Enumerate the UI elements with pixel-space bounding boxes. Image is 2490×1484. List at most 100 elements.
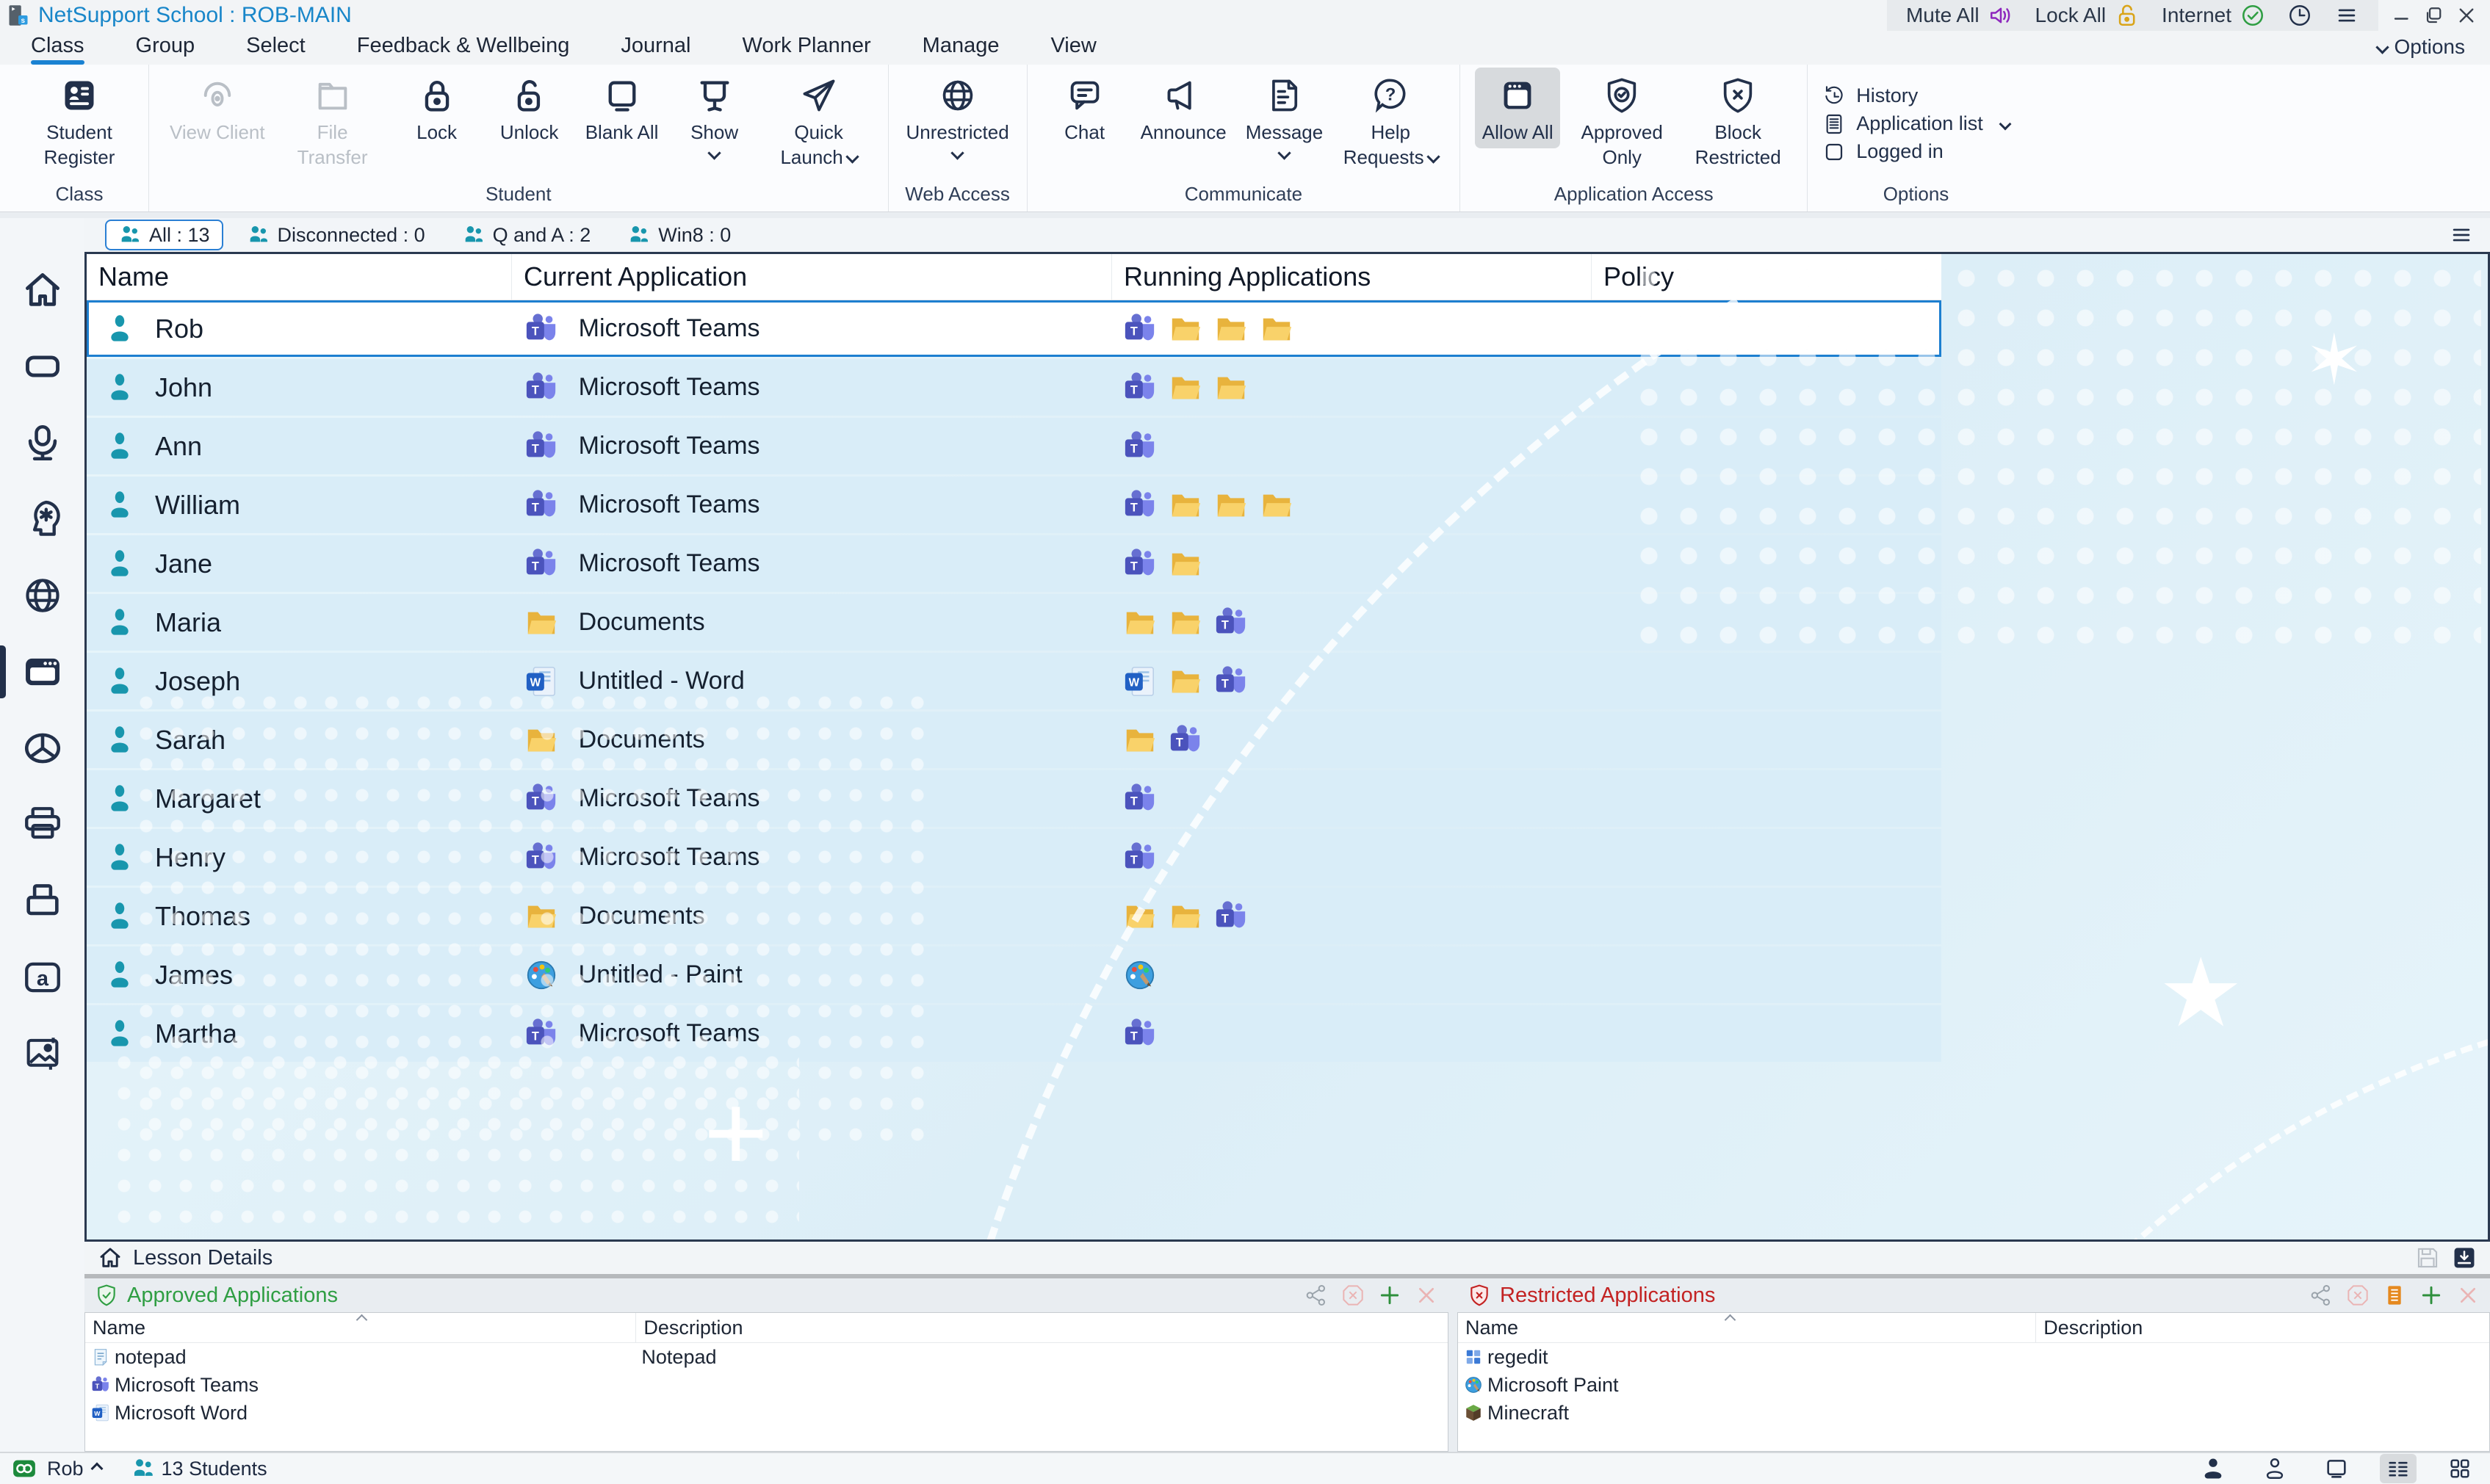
- ribbon-tab-feedback-wellbeing[interactable]: Feedback & Wellbeing: [353, 34, 574, 65]
- student-row-jane[interactable]: JaneTMicrosoft TeamsT: [87, 535, 1941, 592]
- sidebar-item-printer[interactable]: [0, 786, 84, 863]
- regedit-icon: [1464, 1347, 1483, 1367]
- lock-all-toggle[interactable]: Lock All: [2035, 3, 2140, 28]
- sidebar-item-head-wellbeing[interactable]: [0, 481, 84, 557]
- sidebar-item-letter-a[interactable]: a: [0, 939, 84, 1016]
- view-person-outline-button[interactable]: [2256, 1454, 2293, 1483]
- column-header-running-applications[interactable]: Running Applications: [1111, 254, 1591, 300]
- student-row-margaret[interactable]: MargaretTMicrosoft TeamsT: [87, 770, 1941, 827]
- sidebar-item-microphone[interactable]: [0, 405, 84, 481]
- ribbon-button-message[interactable]: Message: [1240, 68, 1329, 161]
- sidebar-item-pie[interactable]: [0, 710, 84, 786]
- student-row-maria[interactable]: MariaDocumentsT: [87, 594, 1941, 651]
- ribbon-button-unlock[interactable]: Unlock: [487, 68, 572, 148]
- view-monitor-view-button[interactable]: [2318, 1454, 2355, 1483]
- app-row-minecraft[interactable]: Minecraft: [1458, 1399, 2489, 1427]
- tutor-selector[interactable]: Rob: [47, 1458, 101, 1480]
- share-button[interactable]: [2309, 1284, 2333, 1307]
- ribbon-button-label: Show: [690, 120, 738, 145]
- hamburger-button[interactable]: [2334, 3, 2359, 28]
- column-header-description[interactable]: Description: [635, 1313, 1448, 1342]
- share-button[interactable]: [1304, 1284, 1328, 1307]
- ribbon-tab-journal[interactable]: Journal: [616, 34, 695, 65]
- sidebar-item-app-window[interactable]: [0, 634, 84, 710]
- ribbon-option-application-list[interactable]: Application list: [1822, 112, 2010, 136]
- group-tab-all-13[interactable]: All : 13: [105, 220, 223, 250]
- close-x-button[interactable]: [2456, 1284, 2480, 1307]
- window-maximize-button[interactable]: [2421, 2, 2447, 29]
- app-row-microsoft-paint[interactable]: Microsoft Paint: [1458, 1371, 2489, 1399]
- sidebar-item-screen[interactable]: [0, 328, 84, 405]
- student-row-joseph[interactable]: JosephWUntitled - WordWT: [87, 653, 1941, 709]
- sidebar-item-image[interactable]: [0, 1016, 84, 1092]
- view-person-filled-button[interactable]: [2195, 1454, 2231, 1483]
- clock-button[interactable]: [2287, 3, 2312, 28]
- student-row-sarah[interactable]: SarahDocumentsT: [87, 712, 1941, 768]
- view-grid-view-button[interactable]: [2442, 1454, 2478, 1483]
- student-row-martha[interactable]: MarthaTMicrosoft TeamsT: [87, 1005, 1941, 1062]
- ribbon-button-allow-all[interactable]: Allow All: [1475, 68, 1560, 148]
- group-tab-disconnected-0[interactable]: Disconnected : 0: [234, 220, 439, 250]
- svg-text:T: T: [1221, 912, 1229, 925]
- group-tab-win8-0[interactable]: Win8 : 0: [614, 220, 744, 250]
- plus-button[interactable]: [2419, 1284, 2443, 1307]
- ribbon-button-approved-only[interactable]: Approved Only: [1567, 68, 1676, 173]
- column-header-name[interactable]: Name: [87, 254, 511, 300]
- column-header-policy[interactable]: Policy: [1591, 254, 1941, 300]
- student-row-john[interactable]: JohnTMicrosoft TeamsT: [87, 359, 1941, 416]
- ribbon-button-unrestricted[interactable]: Unrestricted: [903, 68, 1012, 161]
- sidebar-item-globe-web[interactable]: [0, 557, 84, 634]
- app-row-regedit[interactable]: regedit: [1458, 1343, 2489, 1371]
- block-button[interactable]: [2346, 1284, 2370, 1307]
- ribbon-option-history[interactable]: History: [1822, 84, 2010, 108]
- column-header-description[interactable]: Description: [2035, 1313, 2489, 1342]
- app-row-notepad[interactable]: notepadNotepad: [85, 1343, 1448, 1371]
- ribbon-button-view-client[interactable]: View Client: [164, 68, 271, 148]
- student-row-william[interactable]: WilliamTMicrosoft TeamsT: [87, 477, 1941, 533]
- ribbon-button-help-requests[interactable]: ?Help Requests: [1336, 68, 1445, 173]
- ribbon-options-toggle[interactable]: Options: [2378, 35, 2466, 65]
- window-minimize-button[interactable]: [2389, 2, 2415, 29]
- plus-button[interactable]: [1378, 1284, 1401, 1307]
- ribbon-tab-work-planner[interactable]: Work Planner: [738, 34, 876, 65]
- ribbon-option-logged-in[interactable]: Logged in: [1822, 140, 2010, 164]
- list-menu-button[interactable]: [2449, 222, 2474, 247]
- ribbon-button-student-register[interactable]: Student Register: [25, 68, 134, 173]
- block-button[interactable]: [1341, 1284, 1365, 1307]
- ribbon-button-lock[interactable]: Lock: [394, 68, 480, 148]
- view-list-view-button[interactable]: [2380, 1454, 2417, 1483]
- student-row-james[interactable]: JamesUntitled - Paint: [87, 946, 1941, 1003]
- ribbon-button-show[interactable]: Show: [672, 68, 757, 161]
- app-row-microsoft-word[interactable]: WMicrosoft Word: [85, 1399, 1448, 1427]
- student-row-ann[interactable]: AnnTMicrosoft TeamsT: [87, 418, 1941, 474]
- sidebar-item-home[interactable]: [0, 252, 84, 328]
- internet-toggle[interactable]: Internet: [2162, 3, 2265, 28]
- ribbon-button-blank-all[interactable]: Blank All: [580, 68, 665, 148]
- ribbon-tab-group[interactable]: Group: [131, 34, 200, 65]
- student-row-rob[interactable]: RobTMicrosoft TeamsT: [87, 300, 1941, 357]
- app-row-microsoft-teams[interactable]: TMicrosoft Teams: [85, 1371, 1448, 1399]
- window-close-button[interactable]: [2453, 2, 2480, 29]
- ribbon-button-quick-launch[interactable]: Quick Launch: [765, 68, 873, 173]
- list-orange-button[interactable]: [2383, 1284, 2406, 1307]
- student-row-henry[interactable]: HenryTMicrosoft TeamsT: [87, 829, 1941, 886]
- ribbon-group-options: HistoryApplication listLogged inOptions: [1807, 65, 2024, 211]
- sidebar-item-device[interactable]: [0, 863, 84, 939]
- ribbon-tab-select[interactable]: Select: [242, 34, 310, 65]
- ribbon-button-announce[interactable]: Announce: [1135, 68, 1233, 148]
- save-icon[interactable]: [2415, 1245, 2440, 1270]
- ribbon-button-block-restricted[interactable]: Block Restricted: [1684, 68, 1792, 173]
- ribbon-button-file-transfer[interactable]: File Transfer: [278, 68, 387, 173]
- export-icon[interactable]: [2452, 1245, 2477, 1270]
- close-x-button[interactable]: [1415, 1284, 1438, 1307]
- column-header-name[interactable]: Name: [1458, 1313, 2035, 1342]
- mute-all-toggle[interactable]: Mute All: [1906, 3, 2013, 28]
- group-tab-q-and-a-2[interactable]: Q and A : 2: [449, 220, 605, 250]
- ribbon-tab-view[interactable]: View: [1046, 34, 1100, 65]
- ribbon-group-class: Student RegisterClass: [10, 65, 148, 211]
- column-header-current-application[interactable]: Current Application: [511, 254, 1111, 300]
- ribbon-button-chat[interactable]: Chat: [1042, 68, 1127, 148]
- ribbon-tab-manage[interactable]: Manage: [918, 34, 1004, 65]
- student-row-thomas[interactable]: ThomasDocumentsT: [87, 888, 1941, 944]
- ribbon-tab-class[interactable]: Class: [26, 34, 89, 65]
